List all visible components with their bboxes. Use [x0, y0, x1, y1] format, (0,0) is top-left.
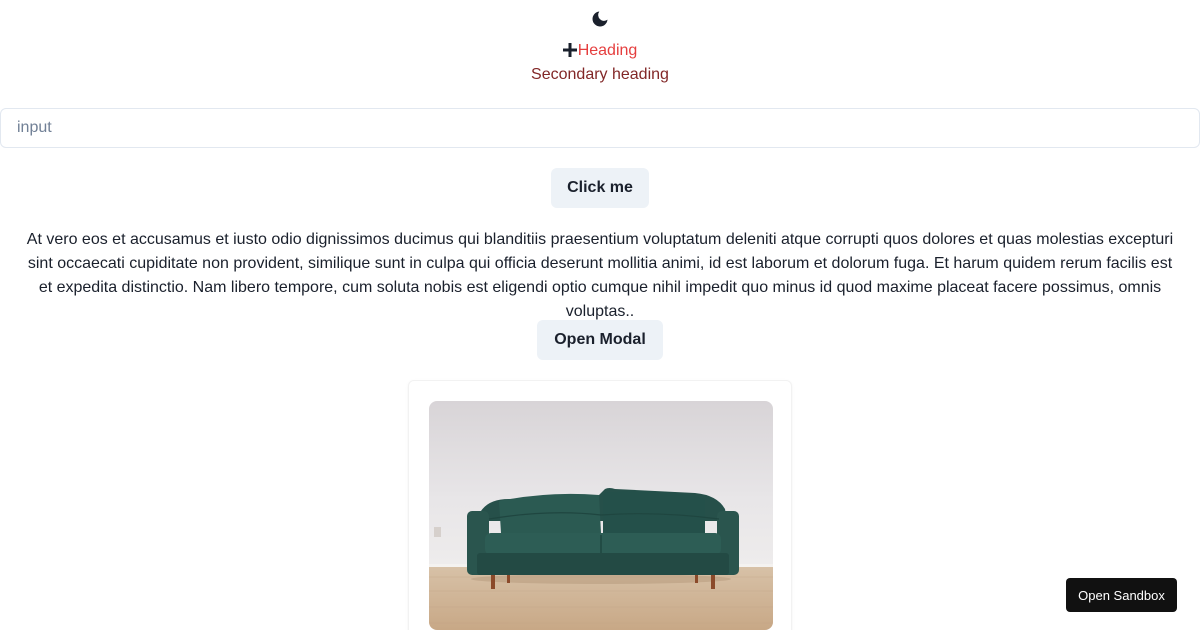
text-input[interactable] — [0, 108, 1200, 148]
open-modal-button[interactable]: Open Modal — [537, 320, 663, 360]
sofa-image — [429, 401, 773, 630]
heading: Heading — [0, 41, 1200, 61]
moon-icon[interactable] — [590, 9, 610, 29]
click-me-button[interactable]: Click me — [551, 168, 649, 208]
heading-text: Heading — [577, 42, 638, 59]
plus-icon — [562, 43, 577, 57]
page: Heading Secondary heading Click me At ve… — [0, 0, 1200, 630]
product-card — [408, 380, 792, 630]
open-sandbox-button[interactable]: Open Sandbox — [1066, 578, 1177, 612]
secondary-heading: Secondary heading — [531, 66, 669, 83]
body-paragraph: At vero eos et accusamus et iusto odio d… — [26, 231, 1174, 320]
